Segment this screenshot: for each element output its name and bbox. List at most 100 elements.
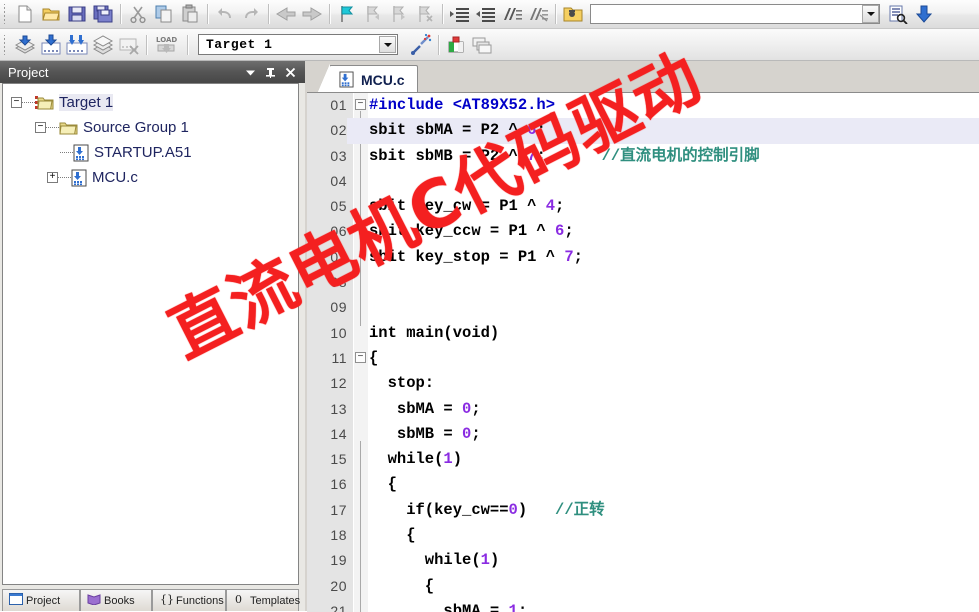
save-all-icon[interactable] <box>90 2 116 26</box>
save-file-icon[interactable] <box>64 2 90 26</box>
books-icon <box>87 593 101 608</box>
translate-file-icon[interactable] <box>12 33 38 57</box>
code-line[interactable]: 17 if(key_cw==0) //正转 <box>307 498 979 523</box>
code-line[interactable]: 01− #include <AT89X52.h> <box>307 93 979 118</box>
tree-node-startup-a51[interactable]: STARTUP.A51 <box>9 140 298 165</box>
code-line[interactable]: 19 while(1) <box>307 548 979 573</box>
find-combo[interactable] <box>590 4 880 24</box>
code-fold-toggle-icon[interactable]: − <box>355 99 366 110</box>
project-tab-templates[interactable]: 0 Templates <box>226 589 300 611</box>
toolbar-grip-2[interactable] <box>2 34 9 55</box>
paste-icon[interactable] <box>177 2 203 26</box>
target-selector[interactable]: Target 1 <box>198 34 398 55</box>
code-line-number: 13 <box>330 400 347 417</box>
code-line[interactable]: 09 <box>307 295 979 320</box>
clear-bookmarks-icon[interactable] <box>412 2 438 26</box>
code-line[interactable]: 20 { <box>307 574 979 599</box>
editor-tabstrip[interactable]: MCU.c <box>307 61 979 93</box>
tree-expander-mcu-c[interactable]: + <box>47 172 58 183</box>
insert-bookmark-icon[interactable] <box>334 2 360 26</box>
code-line-number: 01 <box>330 97 347 113</box>
code-line-text: int main(void) <box>369 321 499 346</box>
new-file-icon[interactable] <box>12 2 38 26</box>
code-line[interactable]: 15 while(1) <box>307 447 979 472</box>
uncomment-block-icon[interactable] <box>525 2 551 26</box>
download-to-flash-icon[interactable]: LOAD <box>151 33 183 57</box>
code-token: { <box>369 348 379 367</box>
download-tool-icon[interactable] <box>911 2 937 26</box>
svg-text:0: 0 <box>235 593 242 605</box>
code-line[interactable]: 18 { <box>307 523 979 548</box>
code-line[interactable]: 11−{ <box>307 346 979 371</box>
target-dropdown-arrow[interactable] <box>379 36 396 53</box>
toolbar-standard[interactable] <box>0 0 979 29</box>
redo-icon[interactable] <box>238 2 264 26</box>
code-line[interactable]: 16 { <box>307 472 979 497</box>
code-line[interactable]: 04 <box>307 169 979 194</box>
code-line-text: if(key_cw==0) //正转 <box>369 498 604 523</box>
tree-node-target[interactable]: − Target 1 <box>9 90 298 115</box>
project-panel-header: Project <box>0 61 305 83</box>
indent-left-icon[interactable] <box>473 2 499 26</box>
code-line[interactable]: 08 <box>307 270 979 295</box>
code-line[interactable]: 21 sbMA = 1; <box>307 599 979 612</box>
copy-icon[interactable] <box>151 2 177 26</box>
manage-project-items-icon[interactable] <box>443 33 469 57</box>
code-token: ; <box>573 247 583 266</box>
indent-right-icon[interactable] <box>447 2 473 26</box>
code-token: stop: <box>369 374 435 393</box>
build-target-icon[interactable] <box>38 33 64 57</box>
next-bookmark-icon[interactable] <box>386 2 412 26</box>
code-line[interactable]: 05 sbit key_cw = P1 ^ 4; <box>307 194 979 219</box>
project-tab-functions[interactable]: {} Functions <box>152 589 226 611</box>
code-editor[interactable]: 01− #include <AT89X52.h> 02 sbit sbMA = P2 … <box>307 92 979 612</box>
find-in-files-icon[interactable] <box>885 2 911 26</box>
toolbar-build[interactable]: LOAD Target 1 <box>0 29 979 61</box>
cut-icon[interactable] <box>125 2 151 26</box>
open-in-browser-icon[interactable] <box>560 2 586 26</box>
code-line[interactable]: 12 stop: <box>307 371 979 396</box>
code-line-number: 18 <box>330 527 347 544</box>
code-fold-toggle-icon[interactable]: − <box>355 351 366 363</box>
panel-pin-icon[interactable] <box>260 62 280 82</box>
find-dropdown-arrow[interactable] <box>862 5 879 23</box>
code-line[interactable]: 14 sbMB = 0; <box>307 422 979 447</box>
tree-expander-source-group[interactable]: − <box>35 122 46 133</box>
comment-block-icon[interactable] <box>499 2 525 26</box>
panel-close-icon[interactable] <box>280 62 300 82</box>
toolbar-separator <box>268 4 269 24</box>
code-line-text: sbMA = 1; <box>369 599 527 612</box>
editor-tab-mcu-c[interactable]: MCU.c <box>318 64 418 93</box>
manage-multi-project-icon[interactable] <box>469 33 495 57</box>
code-token: int main(void) <box>369 323 500 342</box>
open-file-icon[interactable] <box>38 2 64 26</box>
rebuild-all-icon[interactable] <box>64 33 90 57</box>
code-line[interactable]: 02 sbit sbMA = P2 ^ 6; <box>307 118 979 144</box>
code-line[interactable]: 06 sbit key_ccw = P1 ^ 6; <box>307 219 979 244</box>
code-line[interactable]: 10 int main(void) <box>307 321 979 346</box>
panel-menu-icon[interactable] <box>240 62 260 82</box>
target-options-icon[interactable] <box>408 33 434 57</box>
code-token: { <box>369 475 397 494</box>
toolbar-separator <box>438 34 439 55</box>
code-line[interactable]: 13 sbMA = 0; <box>307 397 979 422</box>
undo-icon[interactable] <box>212 2 238 26</box>
project-tab-project[interactable]: Project <box>2 589 80 611</box>
project-tab-books[interactable]: Books <box>80 589 152 611</box>
code-token: ) <box>452 450 463 469</box>
code-line[interactable]: 03 sbit sbMB = P2 ^ 7; //直流电机的控制引脚 <box>307 144 979 169</box>
toolbar-grip[interactable] <box>2 4 9 24</box>
code-line-number: 06 <box>330 223 347 240</box>
tree-expander-target[interactable]: − <box>11 97 22 108</box>
stop-build-icon[interactable] <box>116 33 142 57</box>
code-line-text: sbit key_ccw = P1 ^ 6; <box>369 219 574 244</box>
project-tree-container[interactable]: − Target 1 − Source Group 1 STARTUP.A51 … <box>2 83 299 585</box>
previous-bookmark-icon[interactable] <box>360 2 386 26</box>
project-panel-tabs[interactable]: Project Books {} Functions 0 Templates <box>2 589 300 611</box>
tree-node-source-group[interactable]: − Source Group 1 <box>9 115 298 140</box>
tree-node-mcu-c[interactable]: + MCU.c <box>9 165 298 190</box>
batch-build-icon[interactable] <box>90 33 116 57</box>
navigate-back-icon[interactable] <box>273 2 299 26</box>
navigate-forward-icon[interactable] <box>299 2 325 26</box>
code-line[interactable]: 07 sbit key_stop = P1 ^ 7; <box>307 245 979 270</box>
